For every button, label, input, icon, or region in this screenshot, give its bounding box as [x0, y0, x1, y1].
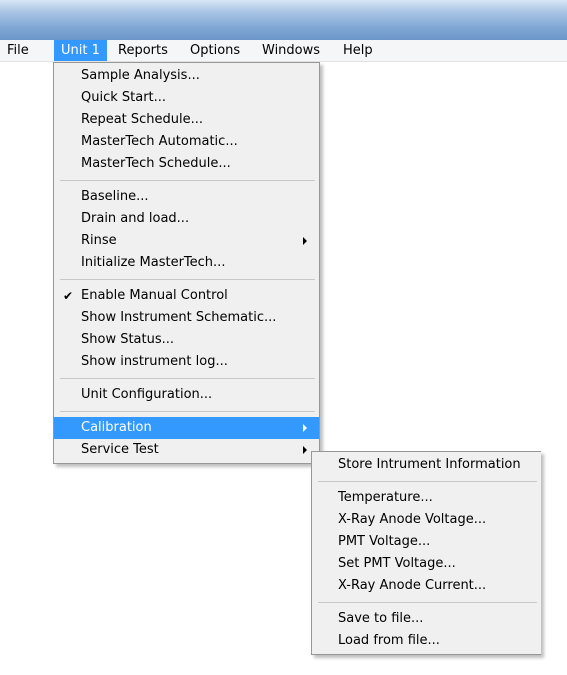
- menu-item-label: Service Test: [81, 442, 159, 457]
- menu-item-load-from-file[interactable]: Load from file...: [312, 630, 541, 652]
- menu-item-label: MasterTech Automatic...: [81, 134, 238, 149]
- menu-item-label: Rinse: [81, 233, 117, 248]
- menu-item-label: X-Ray Anode Current...: [338, 578, 487, 593]
- menu-item-label: Baseline...: [81, 189, 149, 204]
- menu-separator: [60, 411, 315, 412]
- menu-item-label: Load from file...: [338, 633, 440, 648]
- unit-1-dropdown: Sample Analysis... Quick Start... Repeat…: [53, 62, 320, 464]
- menu-item-mastertech-automatic[interactable]: MasterTech Automatic...: [54, 131, 319, 153]
- menu-item-label: Repeat Schedule...: [81, 112, 204, 127]
- menu-separator: [318, 481, 537, 482]
- menu-item-label: Set PMT Voltage...: [338, 556, 456, 571]
- menu-item-enable-manual-control[interactable]: ✔ Enable Manual Control: [54, 285, 319, 307]
- menu-item-store-instrument-information[interactable]: Store Intrument Information: [312, 454, 541, 476]
- menu-item-label: PMT Voltage...: [338, 534, 431, 549]
- menu-unit-1[interactable]: Unit 1: [54, 40, 107, 61]
- menu-item-label: Show Instrument Schematic...: [81, 310, 277, 325]
- menu-item-sample-analysis[interactable]: Sample Analysis...: [54, 65, 319, 87]
- menu-item-label: Unit Configuration...: [81, 387, 213, 402]
- menu-item-service-test[interactable]: Service Test: [54, 439, 319, 461]
- menu-item-label: Save to file...: [338, 611, 424, 626]
- menu-item-baseline[interactable]: Baseline...: [54, 186, 319, 208]
- menu-item-label: Show instrument log...: [81, 354, 228, 369]
- menu-item-temperature[interactable]: Temperature...: [312, 487, 541, 509]
- menu-item-xray-anode-voltage[interactable]: X-Ray Anode Voltage...: [312, 509, 541, 531]
- menu-separator: [60, 279, 315, 280]
- menu-item-show-instrument-log[interactable]: Show instrument log...: [54, 351, 319, 373]
- menu-item-show-instrument-schematic[interactable]: Show Instrument Schematic...: [54, 307, 319, 329]
- menu-separator: [318, 602, 537, 603]
- menu-item-rinse[interactable]: Rinse: [54, 230, 319, 252]
- submenu-arrow-icon: [303, 424, 307, 432]
- window-title-bar: [0, 0, 567, 40]
- menu-options[interactable]: Options: [183, 40, 247, 61]
- menu-item-drain-and-load[interactable]: Drain and load...: [54, 208, 319, 230]
- menu-item-label: Store Intrument Information: [338, 457, 521, 472]
- menu-item-quick-start[interactable]: Quick Start...: [54, 87, 319, 109]
- menu-item-label: X-Ray Anode Voltage...: [338, 512, 487, 527]
- menu-bar: File Unit 1 Reports Options Windows Help: [0, 40, 567, 62]
- menu-item-repeat-schedule[interactable]: Repeat Schedule...: [54, 109, 319, 131]
- menu-item-initialize-mastertech[interactable]: Initialize MasterTech...: [54, 252, 319, 274]
- menu-file[interactable]: File: [0, 40, 36, 61]
- menu-windows[interactable]: Windows: [255, 40, 327, 61]
- check-icon: ✔: [63, 289, 74, 303]
- menu-item-show-status[interactable]: Show Status...: [54, 329, 319, 351]
- menu-item-label: MasterTech Schedule...: [81, 156, 231, 171]
- menu-separator: [60, 180, 315, 181]
- menu-help[interactable]: Help: [336, 40, 380, 61]
- menu-item-label: Sample Analysis...: [81, 68, 200, 83]
- menu-item-label: Enable Manual Control: [81, 288, 228, 303]
- menu-item-label: Calibration: [81, 420, 152, 435]
- menu-reports[interactable]: Reports: [111, 40, 175, 61]
- menu-item-xray-anode-current[interactable]: X-Ray Anode Current...: [312, 575, 541, 597]
- menu-item-label: Show Status...: [81, 332, 175, 347]
- submenu-arrow-icon: [303, 237, 307, 245]
- menu-item-calibration[interactable]: Calibration: [54, 417, 319, 439]
- menu-item-label: Quick Start...: [81, 90, 167, 105]
- menu-item-set-pmt-voltage[interactable]: Set PMT Voltage...: [312, 553, 541, 575]
- calibration-submenu: Store Intrument Information Temperature.…: [311, 451, 541, 655]
- menu-item-label: Drain and load...: [81, 211, 190, 226]
- menu-item-label: Initialize MasterTech...: [81, 255, 226, 270]
- menu-item-label: Temperature...: [338, 490, 433, 505]
- menu-item-pmt-voltage[interactable]: PMT Voltage...: [312, 531, 541, 553]
- menu-item-unit-configuration[interactable]: Unit Configuration...: [54, 384, 319, 406]
- menu-item-mastertech-schedule[interactable]: MasterTech Schedule...: [54, 153, 319, 175]
- menu-separator: [60, 378, 315, 379]
- menu-item-save-to-file[interactable]: Save to file...: [312, 608, 541, 630]
- submenu-arrow-icon: [303, 446, 307, 454]
